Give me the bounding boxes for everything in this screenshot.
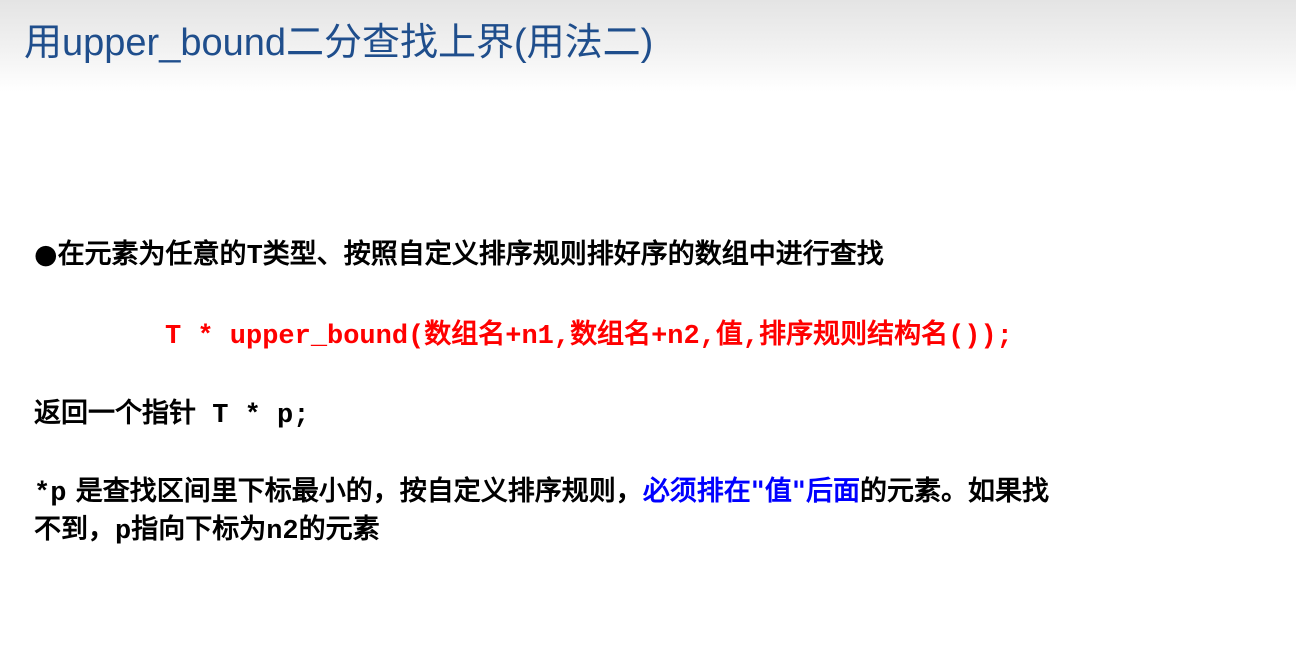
desc-code-p: *p [34, 479, 67, 509]
desc-line2-p: p [115, 517, 132, 547]
syntax-code-e: ()); [948, 322, 1013, 352]
desc-highlight: 必须排在"值"后面 [642, 476, 860, 507]
syntax-line: T * upper_bound(数组名+n1,数组名+n2,值,排序规则结构名(… [165, 318, 1013, 354]
bullet-icon: ● [34, 239, 58, 270]
desc-text-b: 的元素。如果找 [859, 476, 1049, 507]
return-code: T * p; [196, 401, 310, 431]
bullet-line: ●在元素为任意的T类型、按照自定义排序规则排好序的数组中进行查找 [34, 238, 884, 274]
slide: 用upper_bound二分查找上界(用法二) ●在元素为任意的T类型、按照自定… [0, 0, 1296, 667]
syntax-code-c: +n2, [651, 322, 716, 352]
syntax-arg4: 排序规则结构名 [759, 319, 949, 350]
desc-line2-a: 不到， [34, 514, 115, 545]
description-line-1: *p 是查找区间里下标最小的，按自定义排序规则，必须排在"值"后面的元素。如果找 [34, 475, 1049, 511]
return-line: 返回一个指针 T * p; [34, 397, 309, 433]
bullet-text-a: 在元素为任意的 [57, 239, 247, 270]
syntax-arg2: 数组名 [570, 319, 652, 350]
syntax-code-d: , [742, 322, 760, 352]
desc-line2-c: 的元素 [298, 514, 380, 545]
return-text: 返回一个指针 [34, 398, 196, 429]
bullet-text-b: 类型、按照自定义排序规则排好序的数组中进行查找 [262, 239, 884, 270]
bullet-type-name: T [246, 242, 263, 272]
desc-line2-b: 指向下标为 [131, 514, 267, 545]
syntax-arg1: 数组名 [424, 319, 506, 350]
syntax-code-b: +n1, [505, 322, 571, 352]
desc-line2-n2: n2 [266, 517, 299, 547]
description-line-2: 不到，p指向下标为n2的元素 [34, 513, 380, 549]
desc-text-a: 是查找区间里下标最小的，按自定义排序规则， [66, 476, 643, 507]
slide-title: 用upper_bound二分查找上界(用法二) [24, 22, 654, 64]
syntax-code-a: T * upper_bound( [165, 322, 425, 352]
syntax-arg3: 值 [715, 319, 743, 350]
